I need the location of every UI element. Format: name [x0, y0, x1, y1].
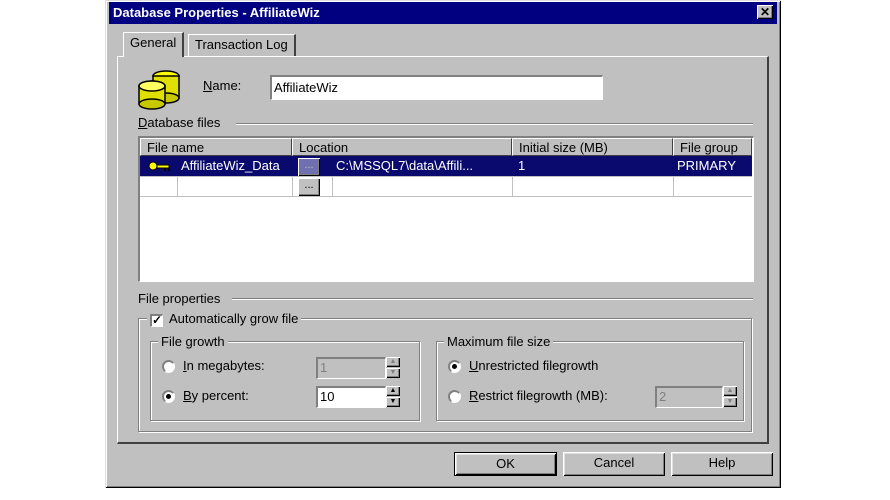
file-properties-label: File properties: [138, 291, 221, 306]
key-file-icon: [148, 161, 170, 171]
column-header-location[interactable]: Location: [292, 138, 512, 156]
help-button[interactable]: Help: [671, 452, 773, 476]
by-percent-label: By percent:: [183, 388, 249, 403]
percent-input[interactable]: 10: [316, 386, 386, 408]
column-header-file-name[interactable]: File name: [140, 138, 292, 156]
column-divider: [512, 176, 513, 196]
cell-initial-size[interactable]: 1: [514, 157, 664, 175]
spin-up-icon[interactable]: ▲: [386, 357, 400, 367]
spin-down-icon[interactable]: ▼: [723, 397, 737, 407]
row-divider: [140, 176, 752, 177]
spin-down-icon[interactable]: ▼: [386, 368, 400, 378]
restrict-filegrowth-label: Restrict filegrowth (MB):: [469, 388, 608, 403]
file-growth-group: [150, 341, 420, 421]
window-title: Database Properties - AffiliateWiz: [113, 5, 320, 20]
database-icon: [138, 70, 180, 110]
browse-location-button[interactable]: ...: [298, 158, 320, 176]
cell-file-group[interactable]: PRIMARY: [673, 157, 751, 175]
column-divider: [332, 176, 333, 196]
file-growth-legend: File growth: [158, 334, 228, 349]
restrict-filegrowth-radio[interactable]: [448, 390, 461, 403]
browse-location-button-empty-row[interactable]: ...: [298, 178, 320, 196]
column-header-file-group[interactable]: File group: [673, 138, 752, 156]
by-percent-radio[interactable]: [162, 390, 175, 403]
restrict-filegrowth-input[interactable]: 2: [655, 386, 723, 408]
cell-file-name[interactable]: AffiliateWiz_Data: [177, 157, 292, 175]
in-megabytes-label: In megabytes:: [183, 358, 265, 373]
ok-button[interactable]: OK: [454, 452, 557, 476]
row-divider: [140, 196, 752, 197]
cell-location[interactable]: C:\MSSQL7\data\Affili...: [332, 157, 510, 175]
close-button[interactable]: ✕: [757, 5, 773, 19]
spin-up-icon[interactable]: ▲: [723, 386, 737, 396]
percent-spinner[interactable]: ▲ ▼: [386, 386, 400, 408]
cancel-button[interactable]: Cancel: [563, 452, 665, 476]
spin-up-icon[interactable]: ▲: [386, 386, 400, 396]
file-properties-divider: [232, 298, 753, 300]
unrestricted-filegrowth-label: Unrestricted filegrowth: [469, 358, 599, 373]
database-files-divider: [236, 123, 753, 125]
tab-general[interactable]: General: [123, 32, 185, 57]
column-divider: [292, 176, 293, 196]
database-files-grid[interactable]: File name Location Initial size (MB) Fil…: [138, 136, 754, 282]
megabytes-input[interactable]: 1: [316, 357, 386, 379]
unrestricted-filegrowth-radio[interactable]: [448, 360, 461, 373]
spin-down-icon[interactable]: ▼: [386, 397, 400, 407]
max-file-size-legend: Maximum file size: [444, 334, 554, 349]
title-bar[interactable]: Database Properties - AffiliateWiz ✕: [109, 2, 777, 24]
column-divider: [177, 176, 178, 196]
auto-grow-checkbox[interactable]: ✓: [150, 314, 163, 327]
max-file-size-group: [436, 341, 744, 421]
tab-transaction-log[interactable]: Transaction Log: [188, 34, 296, 56]
in-megabytes-radio[interactable]: [162, 360, 175, 373]
database-files-label: Database files: [138, 115, 221, 130]
name-input[interactable]: AffiliateWiz: [270, 75, 603, 100]
column-header-initial-size[interactable]: Initial size (MB): [512, 138, 673, 156]
auto-grow-legend: ✓ Automatically grow file: [147, 311, 302, 327]
restrict-filegrowth-spinner[interactable]: ▲ ▼: [723, 386, 737, 408]
megabytes-spinner[interactable]: ▲ ▼: [386, 357, 400, 379]
name-label: Name:: [203, 78, 242, 93]
column-divider: [673, 176, 674, 196]
auto-grow-label: Automatically grow file: [169, 311, 299, 326]
